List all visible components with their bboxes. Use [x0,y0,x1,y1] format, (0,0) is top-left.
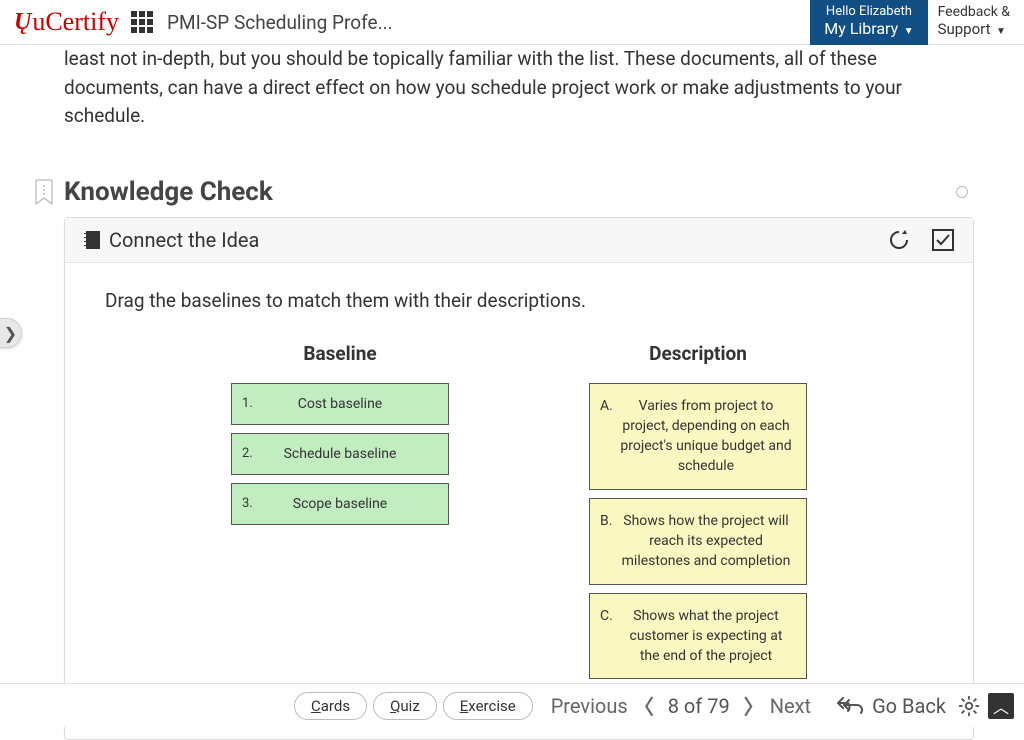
baseline-label: Scope baseline [232,496,448,512]
submit-check-icon[interactable] [931,228,955,252]
baseline-label: Cost baseline [232,396,448,412]
brand-text: uCertify [32,7,119,37]
page-nav-group: Previous 〈 8 of 79 〉 Next [551,691,811,720]
reload-icon[interactable] [887,228,911,252]
chevron-left-icon: 〈 [634,691,654,720]
baseline-number: 3. [242,496,253,511]
apps-grid-icon[interactable] [131,11,153,33]
go-back-label: Go Back [872,694,946,718]
previous-label: Previous [551,694,628,718]
baseline-number: 1. [242,396,253,411]
baseline-item[interactable]: 3. Scope baseline [231,483,449,525]
my-library-menu[interactable]: Hello Elizabeth My Library ▼ [810,0,927,45]
next-button[interactable]: 〉 Next [744,691,811,720]
card-header: Connect the Idea [65,218,973,263]
baseline-label: Schedule baseline [232,446,448,462]
description-item[interactable]: A. Varies from project to project, depen… [589,383,807,490]
description-letter: B. [600,511,612,531]
bottom-nav-bar: Cards Quiz Exercise Previous 〈 8 of 79 〉… [0,683,1024,727]
card-title: Connect the Idea [109,228,259,252]
baseline-number: 2. [242,446,253,461]
description-item[interactable]: C. Shows what the project customer is ex… [589,593,807,680]
brand-logo[interactable]: ŲuCertify [14,7,119,37]
intro-paragraph: least not in-depth, but you should be to… [64,45,974,131]
mode-pill-group: Cards Quiz Exercise [294,692,533,720]
description-text: Shows how the project will reach its exp… [622,513,791,570]
caret-down-icon: ▼ [901,26,913,37]
support-label: Support ▼ [938,20,1010,38]
baseline-item[interactable]: 1. Cost baseline [231,383,449,425]
description-text: Shows what the project customer is expec… [630,608,783,665]
baseline-item[interactable]: 2. Schedule baseline [231,433,449,475]
feedback-label: Feedback & [938,4,1010,20]
chevron-right-icon: 〉 [744,691,764,720]
baseline-column: Baseline 1. Cost baseline 2. Schedule ba… [231,342,449,680]
go-back-button[interactable]: Go Back [834,694,946,718]
previous-button[interactable]: Previous 〈 [551,691,654,720]
my-library-label: My Library ▼ [824,19,913,38]
bookmark-icon [34,179,54,205]
description-list: A. Varies from project to project, depen… [589,383,807,680]
next-label: Next [770,694,811,718]
greeting-text: Hello Elizabeth [824,4,913,19]
caret-down-icon: ▼ [994,26,1006,37]
description-item[interactable]: B. Shows how the project will reach its … [589,498,807,585]
logo-mark: Ų [14,9,31,36]
matching-columns: Baseline 1. Cost baseline 2. Schedule ba… [105,342,933,680]
undo-icon [842,698,864,714]
quiz-button[interactable]: Quiz [373,692,437,720]
exercise-button[interactable]: Exercise [443,692,533,720]
activity-card: Connect the Idea Drag the baselines to m… [64,217,974,740]
instruction-text: Drag the baselines to match them with th… [105,289,933,312]
description-column-title: Description [589,342,807,365]
notebook-icon [83,230,101,250]
description-letter: C. [600,606,613,626]
chevron-up-icon: ︿ [993,694,1009,718]
description-text: Varies from project to project, dependin… [620,398,791,475]
section-header-row: Knowledge Check [64,177,974,207]
description-column: Description A. Varies from project to pr… [589,342,807,680]
main-content: least not in-depth, but you should be to… [0,45,1024,740]
baseline-list: 1. Cost baseline 2. Schedule baseline 3.… [231,383,449,525]
cards-button[interactable]: Cards [294,692,367,720]
support-menu[interactable]: Feedback & Support ▼ [928,0,1024,45]
collapse-bar-button[interactable]: ︿ [988,693,1014,719]
progress-indicator-circle [956,186,968,198]
course-title: PMI-SP Scheduling Profe... [167,11,393,34]
page-counter: 8 of 79 [668,694,730,718]
top-bar: ŲuCertify PMI-SP Scheduling Profe... Hel… [0,0,1024,45]
description-letter: A. [600,396,613,416]
baseline-column-title: Baseline [231,342,449,365]
section-title: Knowledge Check [64,177,273,207]
settings-gear-icon[interactable] [958,695,980,717]
card-body: Drag the baselines to match them with th… [65,263,973,740]
